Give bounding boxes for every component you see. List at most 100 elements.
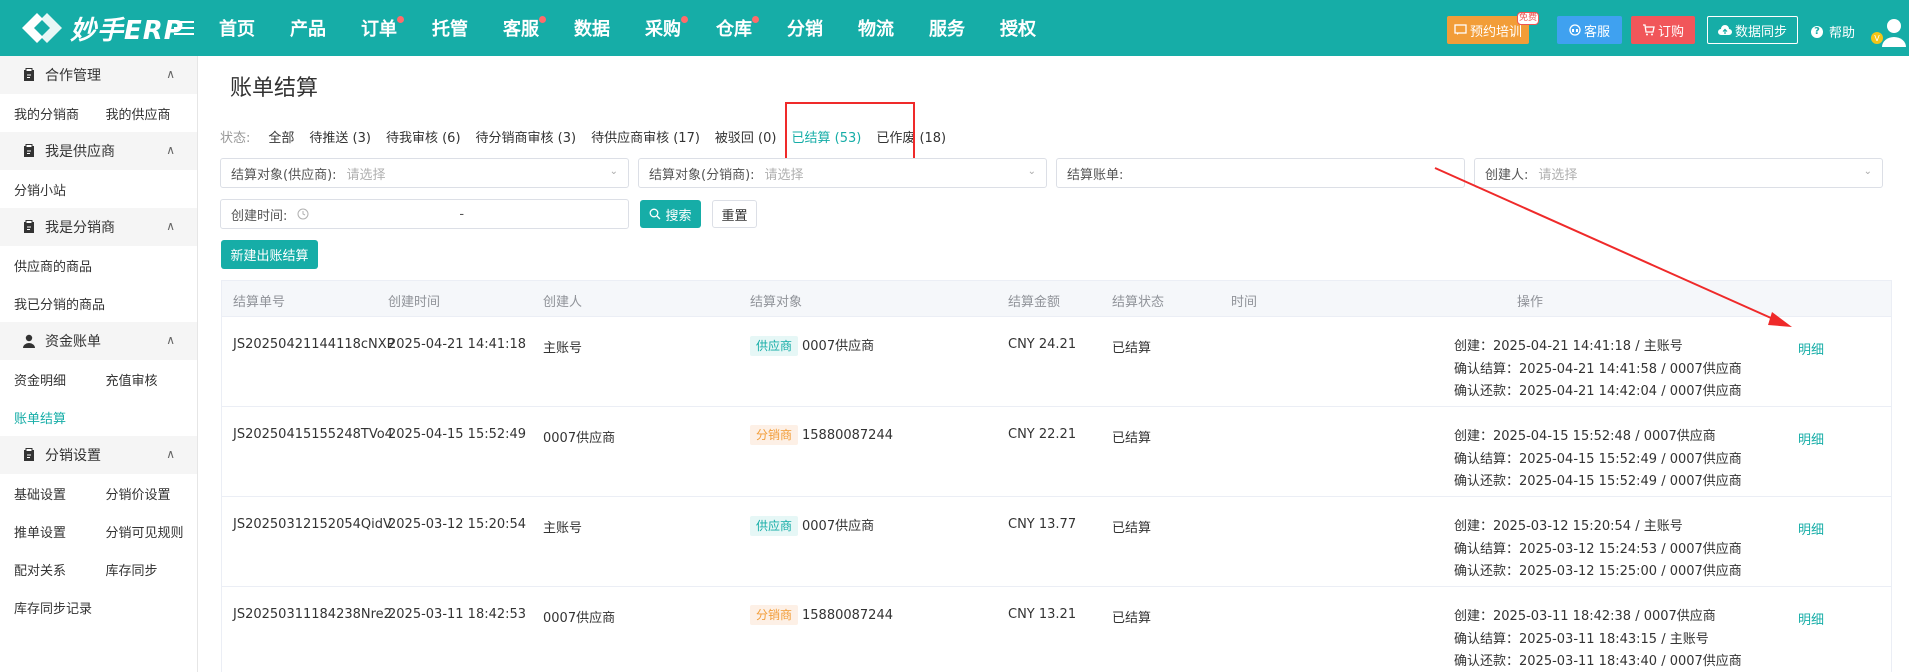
nav-item-0[interactable]: 首页 [219,0,255,56]
distributor-target-select[interactable]: 结算对象(分销商): 请选择 ⌄ [638,158,1047,188]
sidebar-item[interactable]: 库存同步记录 [14,598,106,617]
subscribe-button[interactable]: 订购 [1631,16,1695,44]
sidebar-group-title: 资金账单 [45,334,101,350]
chat-icon [1454,24,1467,35]
sidebar-group-4[interactable]: 分销设置 ∧ [0,436,197,474]
creator-select[interactable]: 创建人: 请选择 ⌄ [1474,158,1883,188]
status-tab-5[interactable]: 被驳回 (0) [715,127,777,146]
nav-item-label: 产品 [290,19,326,40]
menu-toggle-icon[interactable] [174,17,194,39]
table-header: 结算单号 创建时间 创建人 结算对象 结算金额 结算状态 时间 操作 [222,281,1891,317]
clipboard-icon [22,448,36,462]
cart-icon [1642,24,1655,36]
time-log-line: 确认还款：2025-04-21 14:42:04 / 0007供应商 [1454,384,1742,399]
sidebar-row: 我的分销商 我的供应商 [0,94,197,132]
sidebar-group-3[interactable]: 资金账单 ∧ [0,322,197,360]
sidebar: 合作管理 ∧ 我的分销商 我的供应商 我是供应商 ∧ 分销小站 我是分销商 ∧ 供应商的商品 我已分… [0,56,198,672]
nav-item-10[interactable]: 服务 [929,0,965,56]
user-avatar-icon: V [1871,19,1906,47]
cell-created: 2025-03-11 18:42:53 [388,607,527,622]
column-header: 创建时间 [388,295,441,310]
cell-target: 供应商 0007供应商 [750,335,874,356]
sidebar-item[interactable]: 推单设置 [14,522,106,541]
sidebar-item[interactable]: 配对关系 [14,560,106,579]
cell-no: JS20250312152054QidV [233,517,392,532]
clipboard-icon [22,220,36,234]
cell-target: 分销商 15880087244 [750,425,893,445]
created-time-range[interactable]: 创建时间: - [220,199,629,229]
sidebar-item[interactable]: 我的分销商 [14,104,106,123]
nav-item-5[interactable]: 数据 [574,0,610,56]
cell-status: 已结算 [1112,341,1152,356]
sidebar-row: 库存同步记录 [0,588,197,626]
time-log-line: 创建：2025-04-15 15:52:48 / 0007供应商 [1454,429,1716,444]
sidebar-group-2[interactable]: 我是分销商 ∧ [0,208,197,246]
nav-item-3[interactable]: 托管 [432,0,468,56]
logo-icon [22,13,62,43]
sidebar-item[interactable]: 分销可见规则 [106,522,198,541]
time-log-line: 确认结算：2025-03-12 15:24:53 / 0007供应商 [1454,541,1742,557]
settlement-table: 结算单号 创建时间 创建人 结算对象 结算金额 结算状态 时间 操作 JS2025042114… [221,280,1892,672]
bill-no-input[interactable]: 结算账单: [1056,158,1465,188]
detail-link[interactable]: 明细 [1798,519,1824,538]
time-log-line: 确认还款：2025-03-11 18:43:40 / 0007供应商 [1454,654,1742,669]
nav-item-label: 采购 [645,19,681,40]
status-tab-2[interactable]: 待我审核 (6) [386,127,461,146]
nav-item-9[interactable]: 物流 [858,0,894,56]
chevron-up-icon: ∧ [166,219,175,233]
target-name: 15880087244 [802,608,893,623]
nav-item-6[interactable]: 采购 [645,0,688,56]
nav-item-2[interactable]: 订单 [361,0,404,56]
new-settlement-button[interactable]: 新建出账结算 [221,240,318,269]
cell-created: 2025-04-21 14:41:18 [388,337,527,352]
chevron-up-icon: ∧ [166,143,175,157]
sidebar-group-0[interactable]: 合作管理 ∧ [0,56,197,94]
help-label: 帮助 [1829,26,1856,41]
data-sync-button[interactable]: 数据同步 [1707,16,1798,44]
cell-amount: CNY 24.21 [1008,337,1077,352]
sidebar-item[interactable]: 库存同步 [106,560,198,579]
help-link[interactable]: ? 帮助 [1811,22,1855,41]
sidebar-item[interactable]: 分销价设置 [106,484,198,503]
status-tab-1[interactable]: 待推送 (3) [309,127,371,146]
sidebar-item[interactable]: 资金明细 [14,370,106,389]
customer-service-button[interactable]: 客服 [1557,16,1622,44]
sidebar-item[interactable]: 账单结算 [14,408,106,427]
cell-target: 分销商 15880087244 [750,605,893,625]
notification-dot [752,16,759,23]
nav-item-4[interactable]: 客服 [503,0,546,56]
status-tab-3[interactable]: 待分销商审核 (3) [476,127,577,146]
sidebar-item[interactable]: 我已分销的商品 [14,294,106,313]
customer-service-label: 客服 [1583,24,1610,40]
cell-creator: 主账号 [543,521,583,536]
status-tab-4[interactable]: 待供应商审核 (17) [591,127,700,146]
nav-item-8[interactable]: 分销 [787,0,823,56]
user-avatar[interactable]: V [1868,17,1906,47]
sidebar-item[interactable]: 分销小站 [14,180,106,199]
detail-link[interactable]: 明细 [1798,339,1824,358]
sidebar-item[interactable]: 我的供应商 [106,104,198,123]
nav-item-1[interactable]: 产品 [290,0,326,56]
supplier-target-select[interactable]: 结算对象(供应商): 请选择 ⌄ [220,158,629,188]
cell-amount: CNY 22.21 [1008,427,1077,442]
app-logo[interactable]: 妙手ERP [20,8,184,48]
sidebar-group-1[interactable]: 我是供应商 ∧ [0,132,197,170]
sidebar-group-title: 分销设置 [45,448,101,464]
reset-button[interactable]: 重置 [712,200,757,228]
status-tab-0[interactable]: 全部 [268,127,294,146]
sidebar-item[interactable]: 基础设置 [14,484,106,503]
nav-item-label: 数据 [574,19,610,40]
search-label: 搜索 [665,208,692,224]
chevron-down-icon: ⌄ [609,166,618,177]
search-button[interactable]: 搜索 [640,200,701,228]
detail-link[interactable]: 明细 [1798,609,1824,628]
nav-item-7[interactable]: 仓库 [716,0,759,56]
sidebar-item[interactable]: 充值审核 [106,370,198,389]
cell-status: 已结算 [1112,611,1152,626]
detail-link[interactable]: 明细 [1798,429,1824,448]
target-type-tag: 供应商 [750,336,799,356]
chevron-up-icon: ∧ [166,333,175,347]
cell-status: 已结算 [1112,521,1152,536]
nav-item-11[interactable]: 授权 [1000,0,1036,56]
sidebar-item[interactable]: 供应商的商品 [14,256,106,275]
